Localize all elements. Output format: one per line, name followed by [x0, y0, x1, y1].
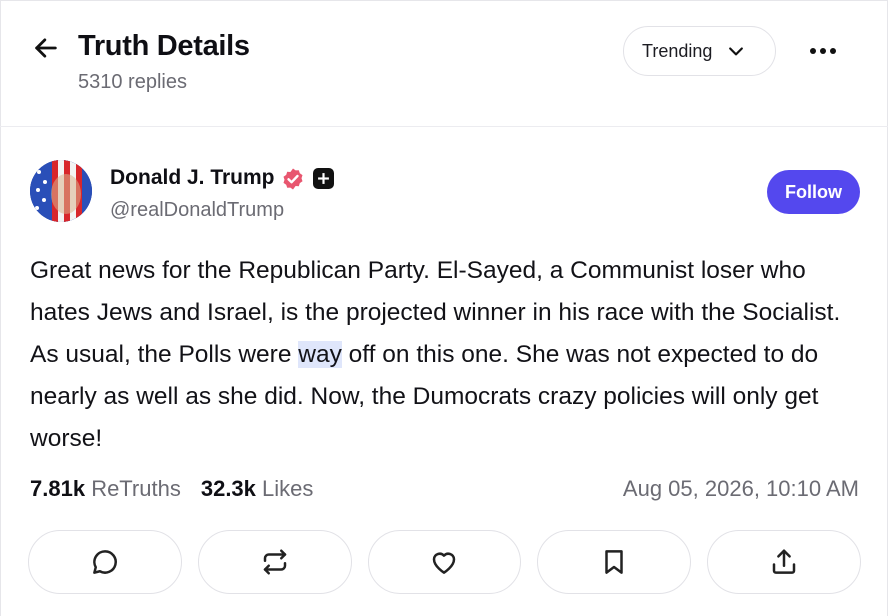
bookmark-icon [605, 550, 624, 574]
likes-count: 32.3k [200, 476, 256, 501]
post-stats: 7.81k ReTruths 32.3k Likes [30, 476, 313, 502]
avatar[interactable] [30, 160, 92, 222]
sort-label: Trending [642, 40, 713, 61]
page-title: Truth Details [78, 30, 250, 62]
likes-label: Likes [262, 476, 314, 501]
like-button[interactable] [367, 530, 522, 594]
action-bar [28, 530, 861, 594]
retruths-count: 7.81k [30, 476, 86, 501]
post-text: Great news for the Republican Party. El-… [30, 250, 866, 460]
author-name[interactable]: Donald J. Trump [110, 166, 275, 190]
bookmark-button[interactable] [537, 530, 692, 594]
like-icon [433, 552, 456, 574]
reply-button[interactable] [28, 530, 182, 594]
chevron-down-icon [729, 47, 744, 56]
share-icon [772, 549, 796, 574]
share-button[interactable] [707, 530, 861, 594]
arrow-left-icon [35, 38, 57, 58]
follow-button[interactable]: Follow [767, 170, 860, 214]
reply-icon [93, 550, 117, 574]
sort-dropdown[interactable]: Trending [623, 26, 776, 76]
retruths-label: ReTruths [91, 476, 181, 501]
plus-badge-icon [313, 168, 334, 189]
header-divider [0, 126, 888, 127]
replies-count: 5310 replies [78, 71, 187, 93]
post-timestamp: Aug 05, 2026, 10:10 AM [622, 476, 859, 501]
retruth-button[interactable] [197, 530, 352, 594]
more-horizontal-icon [810, 48, 816, 54]
retruth-icon [263, 549, 286, 575]
verified-badge-icon [283, 168, 303, 190]
post-text-highlight: way [298, 341, 342, 368]
back-button[interactable] [28, 30, 64, 66]
retruths-stat[interactable]: 7.81k ReTruths [30, 476, 181, 502]
likes-stat[interactable]: 32.3k Likes [201, 476, 314, 502]
author-handle[interactable]: @realDonaldTrump [110, 199, 284, 222]
more-options-button[interactable] [800, 32, 846, 70]
